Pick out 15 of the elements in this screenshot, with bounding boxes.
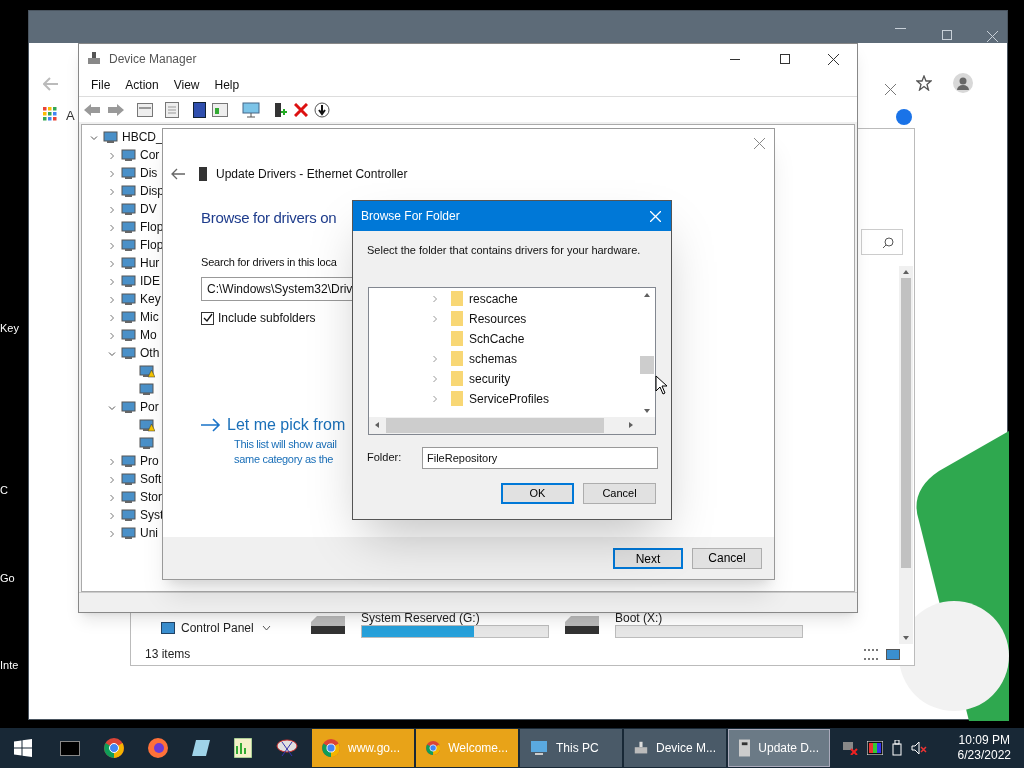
page-heading: Browse for drivers on [201, 208, 337, 228]
field-label: Search for drivers in this loca [201, 254, 337, 270]
prompt-text: Select the folder that contains drivers for your hardware. [367, 243, 642, 258]
field-label: Folder: [367, 450, 403, 466]
desktop-icon-label: C [0, 485, 8, 496]
checkbox-label: Include subfolders [218, 310, 316, 327]
description-text: This list will show avail [234, 437, 337, 452]
dialog-title: Browse For Folder [361, 208, 460, 225]
desktop-icon-label: Go [0, 573, 15, 584]
window-title: Device Manager [109, 51, 197, 68]
item-count: 13 items [145, 646, 191, 663]
window-title: Update Drivers - Ethernet Controller [216, 166, 408, 183]
desktop-icon-label: Key [0, 323, 19, 334]
desktop-icon-label: Inte [0, 660, 19, 671]
description-text: same category as the [234, 452, 334, 467]
